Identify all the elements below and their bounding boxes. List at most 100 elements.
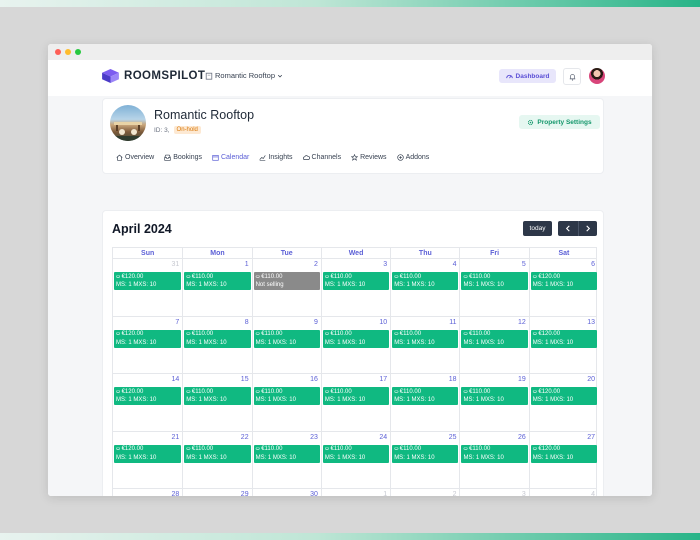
- rate-event[interactable]: ⛀ €120.00 MS: 1 MXS: 10: [114, 272, 182, 290]
- day-number[interactable]: 5: [522, 261, 526, 268]
- property-selector[interactable]: Romantic Rooftop: [205, 71, 283, 80]
- rate-event[interactable]: ⛀ €110.00 MS: 1 MXS: 10: [392, 272, 459, 290]
- day-number[interactable]: 2: [314, 261, 318, 268]
- day-number[interactable]: 2: [453, 491, 457, 496]
- rate-event[interactable]: ⛀ €110.00 MS: 1 MXS: 10: [392, 329, 459, 348]
- dashboard-button[interactable]: Dashboard: [499, 69, 556, 83]
- rate-event[interactable]: ⛀ €120.00 MS: 1 MXS: 10: [530, 329, 598, 348]
- property-settings-button[interactable]: Property Settings: [519, 115, 600, 129]
- rate-event[interactable]: ⛀ €110.00 MS: 1 MXS: 10: [322, 329, 390, 348]
- day-number[interactable]: 4: [453, 261, 457, 268]
- tab-addons[interactable]: Addons: [396, 154, 429, 161]
- tab-bookings[interactable]: Bookings: [164, 154, 202, 161]
- tab-overview[interactable]: Overview: [116, 154, 154, 161]
- day-number[interactable]: 21: [172, 434, 180, 441]
- rate-event[interactable]: ⛀ €110.00 MS: 1 MXS: 10: [461, 387, 528, 405]
- day-number[interactable]: 13: [587, 319, 595, 326]
- calendar-day-cell[interactable]: 28⛀ €120.00: [113, 489, 182, 496]
- calendar-day-cell[interactable]: 18 ⛀ €110.00 MS: 1 MXS: 10: [390, 374, 459, 431]
- day-number[interactable]: 1: [245, 261, 249, 268]
- day-number[interactable]: 20: [587, 376, 595, 383]
- calendar-day-cell[interactable]: 24 ⛀ €110.00 MS: 1 MXS: 10: [320, 431, 390, 488]
- day-number[interactable]: 31: [172, 261, 180, 268]
- tab-insights[interactable]: Insights: [259, 154, 293, 161]
- day-number[interactable]: 3: [383, 261, 387, 268]
- rate-event[interactable]: ⛀ €110.00 MS: 1 MXS: 10: [253, 444, 320, 463]
- day-number[interactable]: 10: [379, 319, 387, 326]
- calendar-day-cell[interactable]: 6 ⛀ €120.00 MS: 1 MXS: 10: [528, 259, 598, 316]
- today-button[interactable]: today: [523, 221, 552, 236]
- maximize-window-button[interactable]: [75, 49, 81, 55]
- tab-reviews[interactable]: Reviews: [351, 154, 387, 161]
- calendar-day-cell[interactable]: 4⛀ €120.00: [528, 489, 598, 496]
- calendar-day-cell[interactable]: 3⛀ €110.00: [459, 489, 528, 496]
- calendar-day-cell[interactable]: 2⛀ €110.00: [390, 489, 459, 496]
- calendar-day-cell[interactable]: 17 ⛀ €110.00 MS: 1 MXS: 10: [320, 374, 390, 431]
- day-number[interactable]: 27: [587, 434, 595, 441]
- rate-event[interactable]: ⛀ €110.00 MS: 1 MXS: 10: [461, 329, 528, 348]
- calendar-day-cell[interactable]: 29⛀ €110.00: [182, 489, 251, 496]
- calendar-day-cell[interactable]: 13 ⛀ €120.00 MS: 1 MXS: 10: [528, 316, 598, 373]
- rate-event[interactable]: ⛀ €110.00 MS: 1 MXS: 10: [461, 272, 528, 290]
- rate-event[interactable]: ⛀ €110.00 MS: 1 MXS: 10: [322, 444, 390, 463]
- rate-event[interactable]: ⛀ €110.00 MS: 1 MXS: 10: [253, 329, 320, 348]
- brand-logo[interactable]: ROOMSPILOT: [101, 69, 205, 83]
- calendar-day-cell[interactable]: 10 ⛀ €110.00 MS: 1 MXS: 10: [320, 316, 390, 373]
- day-number[interactable]: 15: [241, 376, 249, 383]
- calendar-day-cell[interactable]: 27 ⛀ €120.00 MS: 1 MXS: 10: [528, 431, 598, 488]
- user-avatar[interactable]: [589, 68, 605, 84]
- day-number[interactable]: 12: [518, 319, 526, 326]
- rate-event[interactable]: ⛀ €120.00 MS: 1 MXS: 10: [530, 444, 598, 463]
- notifications-button[interactable]: [563, 68, 581, 85]
- day-number[interactable]: 14: [172, 376, 180, 383]
- day-number[interactable]: 24: [379, 434, 387, 441]
- calendar-day-cell[interactable]: 11 ⛀ €110.00 MS: 1 MXS: 10: [390, 316, 459, 373]
- day-number[interactable]: 8: [245, 319, 249, 326]
- day-number[interactable]: 9: [314, 319, 318, 326]
- calendar-day-cell[interactable]: 9 ⛀ €110.00 MS: 1 MXS: 10: [251, 316, 321, 373]
- calendar-day-cell[interactable]: 25 ⛀ €110.00 MS: 1 MXS: 10: [390, 431, 459, 488]
- day-number[interactable]: 1: [383, 491, 387, 496]
- day-number[interactable]: 7: [175, 319, 179, 326]
- calendar-day-cell[interactable]: 16 ⛀ €110.00 MS: 1 MXS: 10: [251, 374, 321, 431]
- minimize-window-button[interactable]: [65, 49, 71, 55]
- calendar-day-cell[interactable]: 30⛀ €110.00: [251, 489, 321, 496]
- calendar-day-cell[interactable]: 1 ⛀ €110.00 MS: 1 MXS: 10: [182, 259, 251, 316]
- day-number[interactable]: 22: [241, 434, 249, 441]
- day-number[interactable]: 4: [591, 491, 595, 496]
- rate-event[interactable]: ⛀ €110.00 MS: 1 MXS: 10: [184, 444, 251, 463]
- day-number[interactable]: 17: [379, 376, 387, 383]
- rate-event[interactable]: ⛀ €110.00 MS: 1 MXS: 10: [392, 387, 459, 405]
- calendar-day-cell[interactable]: 22 ⛀ €110.00 MS: 1 MXS: 10: [182, 431, 251, 488]
- day-number[interactable]: 16: [310, 376, 318, 383]
- calendar-day-cell[interactable]: 26 ⛀ €110.00 MS: 1 MXS: 10: [459, 431, 528, 488]
- day-number[interactable]: 3: [522, 491, 526, 496]
- tab-channels[interactable]: Channels: [302, 154, 341, 161]
- calendar-day-cell[interactable]: 15 ⛀ €110.00 MS: 1 MXS: 10: [182, 374, 251, 431]
- day-number[interactable]: 11: [449, 319, 456, 326]
- prev-month-button[interactable]: [558, 221, 578, 236]
- day-number[interactable]: 19: [518, 376, 526, 383]
- rate-event[interactable]: ⛀ €120.00 MS: 1 MXS: 10: [530, 272, 598, 290]
- rate-event[interactable]: ⛀ €120.00 MS: 1 MXS: 10: [114, 387, 182, 405]
- not-selling-event[interactable]: ⛀ €110.00 Not selling: [253, 272, 320, 290]
- rate-event[interactable]: ⛀ €110.00 MS: 1 MXS: 10: [322, 387, 390, 405]
- calendar-day-cell[interactable]: 23 ⛀ €110.00 MS: 1 MXS: 10: [251, 431, 321, 488]
- calendar-day-cell[interactable]: 1⛀ €110.00: [320, 489, 390, 496]
- rate-event[interactable]: ⛀ €120.00 MS: 1 MXS: 10: [530, 387, 598, 405]
- calendar-day-cell[interactable]: 8 ⛀ €110.00 MS: 1 MXS: 10: [182, 316, 251, 373]
- day-number[interactable]: 25: [449, 434, 457, 441]
- calendar-day-cell[interactable]: 20 ⛀ €120.00 MS: 1 MXS: 10: [528, 374, 598, 431]
- rate-event[interactable]: ⛀ €110.00 MS: 1 MXS: 10: [392, 444, 459, 463]
- rate-event[interactable]: ⛀ €120.00 MS: 1 MXS: 10: [114, 329, 182, 348]
- close-window-button[interactable]: [55, 49, 61, 55]
- calendar-day-cell[interactable]: 2 ⛀ €110.00 Not selling: [251, 259, 321, 316]
- rate-event[interactable]: ⛀ €110.00 MS: 1 MXS: 10: [253, 387, 320, 405]
- rate-event[interactable]: ⛀ €110.00 MS: 1 MXS: 10: [322, 272, 390, 290]
- rate-event[interactable]: ⛀ €110.00 MS: 1 MXS: 10: [184, 387, 251, 405]
- next-month-button[interactable]: [577, 221, 598, 236]
- day-number[interactable]: 18: [449, 376, 457, 383]
- calendar-day-cell[interactable]: 21 ⛀ €120.00 MS: 1 MXS: 10: [113, 432, 182, 489]
- rate-event[interactable]: ⛀ €110.00 MS: 1 MXS: 10: [184, 272, 251, 290]
- tab-calendar[interactable]: Calendar: [212, 154, 249, 161]
